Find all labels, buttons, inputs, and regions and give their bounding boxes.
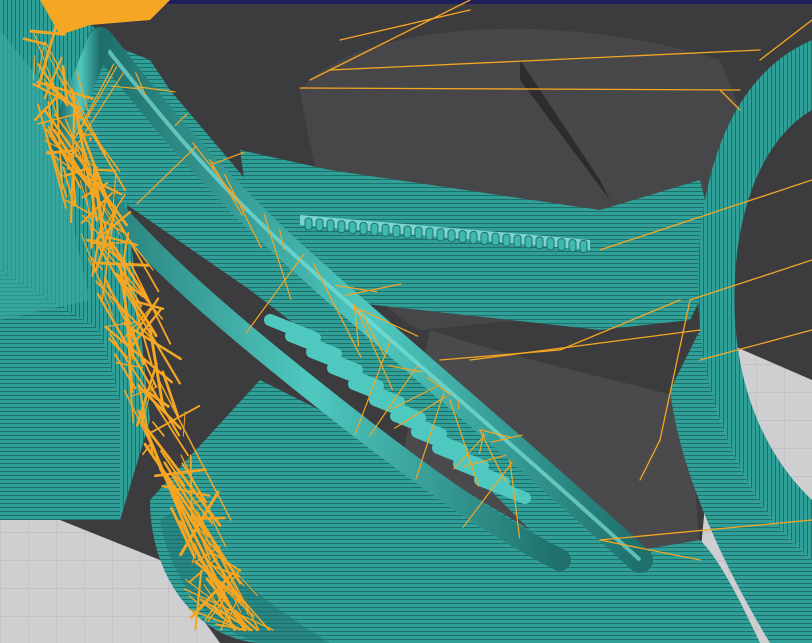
bridge-rib (579, 240, 588, 253)
bridge-rib (469, 231, 478, 244)
bridge-rib (425, 227, 434, 241)
bridge-rib (458, 230, 467, 244)
bridge-rib (414, 226, 423, 240)
travel-line (469, 329, 701, 361)
bridge-rib (557, 238, 566, 252)
bridge-rib (348, 221, 357, 235)
gcode-3d-viewport[interactable] (0, 0, 812, 643)
bridge-rib (315, 218, 324, 232)
bridge-rib (326, 219, 335, 233)
bridge-rib (392, 224, 401, 238)
bridge-rib (568, 239, 577, 253)
bridge-rib (436, 228, 445, 242)
bridge-rib (546, 237, 555, 251)
toolpath-render (0, 0, 812, 643)
bridge-rib (381, 223, 390, 237)
bridge-rib (491, 232, 500, 246)
bridge-rib (403, 225, 412, 239)
bridge-rib (480, 231, 489, 245)
bridge-rib (359, 222, 368, 235)
bridge-rib (535, 236, 544, 250)
bridge-rib (502, 233, 511, 247)
bridge-rib (513, 234, 522, 248)
travel-line (152, 421, 165, 437)
bridge-rib (370, 222, 379, 236)
bridge-rib (304, 217, 313, 231)
bridge-rib (337, 220, 346, 234)
bridge-rib (447, 229, 456, 243)
bridge-rib (524, 235, 533, 249)
